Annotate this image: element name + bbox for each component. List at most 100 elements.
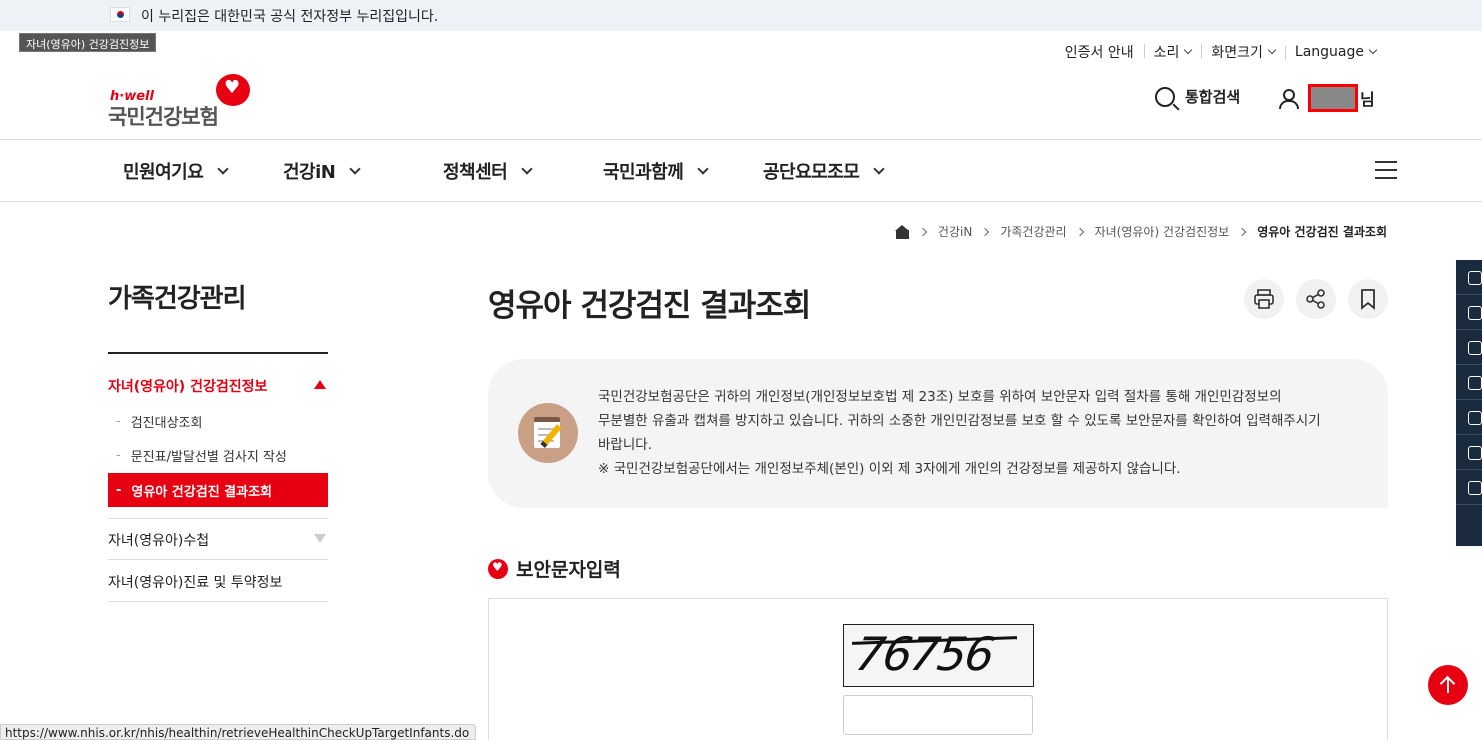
chevron-down-icon <box>1267 45 1277 55</box>
captcha-panel: 76756 <box>488 598 1388 740</box>
print-button[interactable] <box>1244 279 1284 319</box>
search-label: 통합검색 <box>1185 88 1241 106</box>
share-button[interactable] <box>1296 279 1336 319</box>
korea-flag-icon <box>110 7 130 22</box>
sidebar-title: 가족건강관리 <box>108 284 247 314</box>
bookmark-button[interactable] <box>1348 279 1388 319</box>
user-name-redacted <box>1308 84 1358 112</box>
logo-text: 국민건강보험 <box>108 105 219 129</box>
breadcrumb-item[interactable]: 건강iN <box>938 223 972 240</box>
sidebar-item-label: 자녀(영유아)진료 및 투약정보 <box>108 575 283 591</box>
sidebar-item-label: 영유아 건강검진 결과조회 <box>131 484 273 500</box>
sidebar-divider <box>108 518 328 519</box>
breadcrumb-item[interactable]: 자녀(영유아) 건강검진정보 <box>1095 223 1230 240</box>
cert-guide-link[interactable]: 인증서 안내 <box>1055 42 1144 62</box>
hamburger-menu-icon[interactable] <box>1375 161 1397 179</box>
scroll-top-button[interactable] <box>1428 665 1468 705</box>
integrated-search-button[interactable]: 통합검색 <box>1155 86 1240 107</box>
page-title: 영유아 건강검진 결과조회 <box>488 288 811 324</box>
notice-line: 무분별한 유출과 캡쳐를 방지하고 있습니다. 귀하의 소중한 개인민감정보를 … <box>598 413 1321 429</box>
heart-icon <box>488 558 508 579</box>
breadcrumb-item[interactable]: 가족건강관리 <box>1000 223 1066 240</box>
sidebar-divider <box>108 601 328 602</box>
quick-menu-user-icon[interactable] <box>1456 260 1482 295</box>
status-bar-url: https://www.nhis.or.kr/nhis/healthin/ret… <box>0 724 477 740</box>
quick-menu-card-icon[interactable] <box>1456 470 1482 505</box>
sidebar-item-label: 문진표/발달선별 검사지 작성 <box>130 449 287 465</box>
gnb-item-about[interactable]: 공단요모조모 <box>763 158 886 184</box>
heart-logo-icon <box>216 74 250 106</box>
notice-line: ※ 국민건강보험공단에서는 개인정보주체(본인) 이외 제 3자에게 개인의 건… <box>598 461 1181 477</box>
chevron-down-icon <box>1184 45 1193 55</box>
share-icon <box>1306 289 1325 309</box>
language-label: Language <box>1294 44 1364 60</box>
chevron-down-icon <box>217 162 229 175</box>
cert-guide-label: 인증서 안내 <box>1064 45 1134 61</box>
gnb-item-health[interactable]: 건강iN <box>283 158 362 184</box>
zoom-menu[interactable]: 화면크기 <box>1201 42 1285 62</box>
utility-menu: 인증서 안내 소리 화면크기 Language <box>1055 42 1386 62</box>
quick-menu <box>1456 260 1482 546</box>
captcha-input[interactable] <box>843 695 1033 735</box>
privacy-notice: 국민건강보험공단은 귀하의 개인정보(개인정보보호법 제 23조) 보호를 위하… <box>488 359 1388 508</box>
chevron-right-icon <box>1075 227 1084 236</box>
captcha-text: 76756 <box>852 627 997 681</box>
gnb-item-policy[interactable]: 정책센터 <box>443 158 533 184</box>
user-suffix: 님 <box>1360 90 1375 109</box>
nhis-logo[interactable]: h·well 국민건강보험 <box>108 74 253 129</box>
quick-menu-list-icon[interactable] <box>1456 435 1482 470</box>
quick-menu-monitor-icon[interactable] <box>1456 330 1482 365</box>
gnb-label: 정책센터 <box>443 162 508 183</box>
sidebar-item-label: 자녀(영유아)수첩 <box>108 533 210 549</box>
sidebar-group-infant-checkup[interactable]: 자녀(영유아) 건강검진정보 <box>108 376 328 396</box>
quick-menu-lock-icon[interactable] <box>1456 400 1482 435</box>
sound-menu[interactable]: 소리 <box>1143 42 1202 62</box>
gnb-item-people[interactable]: 국민과함께 <box>603 158 709 184</box>
notice-line: 국민건강보험공단은 귀하의 개인정보(개인정보보호법 제 23조) 보호를 위하… <box>598 389 1282 405</box>
breadcrumb-current: 영유아 건강검진 결과조회 <box>1257 225 1387 239</box>
user-menu[interactable]: 님 <box>1278 84 1375 112</box>
sidebar-item-result-lookup[interactable]: - 영유아 건강검진 결과조회 <box>108 473 328 507</box>
chevron-right-icon <box>981 227 990 236</box>
zoom-label: 화면크기 <box>1211 45 1263 61</box>
section-title: 보안문자입력 <box>488 555 621 582</box>
user-icon <box>1278 88 1299 109</box>
sidebar-item-target-lookup[interactable]: - 검진대상조회 <box>108 404 328 438</box>
gov-banner-text[interactable]: 이 누리집은 대한민국 공식 전자정부 누리집입니다. <box>141 6 438 26</box>
chevron-down-icon <box>521 162 533 175</box>
section-title-label: 보안문자입력 <box>516 559 621 581</box>
sidebar-item-treatment[interactable]: 자녀(영유아)진료 및 투약정보 <box>108 572 328 592</box>
captcha-image: 76756 <box>843 624 1034 687</box>
chevron-down-icon <box>873 162 886 175</box>
gnb-item-civil[interactable]: 민원여기요 <box>123 158 229 184</box>
chevron-down-icon <box>1368 45 1378 55</box>
sidebar-group-label: 자녀(영유아) 건강검진정보 <box>108 379 268 395</box>
tooltip: 자녀(영유아) 건강검진정보 <box>19 33 157 52</box>
print-icon <box>1254 289 1274 309</box>
sidebar-item-handbook[interactable]: 자녀(영유아)수첩 <box>108 530 328 550</box>
sound-label: 소리 <box>1153 45 1180 61</box>
language-menu[interactable]: Language <box>1284 44 1386 60</box>
triangle-up-icon <box>314 380 326 389</box>
sidebar-divider <box>108 352 328 354</box>
chevron-right-icon <box>1237 227 1247 236</box>
chevron-down-icon <box>349 162 362 175</box>
sidebar-item-questionnaire[interactable]: - 문진표/발달선별 검사지 작성 <box>108 438 328 472</box>
triangle-down-icon <box>314 534 326 543</box>
quick-menu-phone-icon[interactable] <box>1456 365 1482 400</box>
sidebar-divider <box>108 559 328 560</box>
search-icon <box>1155 86 1175 107</box>
gov-banner: 이 누리집은 대한민국 공식 전자정부 누리집입니다. <box>0 0 1482 31</box>
gnb-divider <box>0 201 1482 202</box>
quick-menu-document-icon[interactable] <box>1456 295 1482 330</box>
notice-text: 국민건강보험공단은 귀하의 개인정보(개인정보보호법 제 23조) 보호를 위하… <box>598 385 1358 481</box>
chevron-right-icon <box>918 227 928 236</box>
home-icon[interactable] <box>894 224 910 239</box>
gnb-label: 국민과함께 <box>603 162 684 183</box>
chevron-down-icon <box>697 162 709 175</box>
clipboard-pen-icon <box>518 403 578 463</box>
bookmark-icon <box>1361 289 1375 310</box>
gnb-label: 공단요모조모 <box>763 162 860 183</box>
gnb-label: 민원여기요 <box>123 162 204 183</box>
notice-line: 바랍니다. <box>598 437 652 453</box>
